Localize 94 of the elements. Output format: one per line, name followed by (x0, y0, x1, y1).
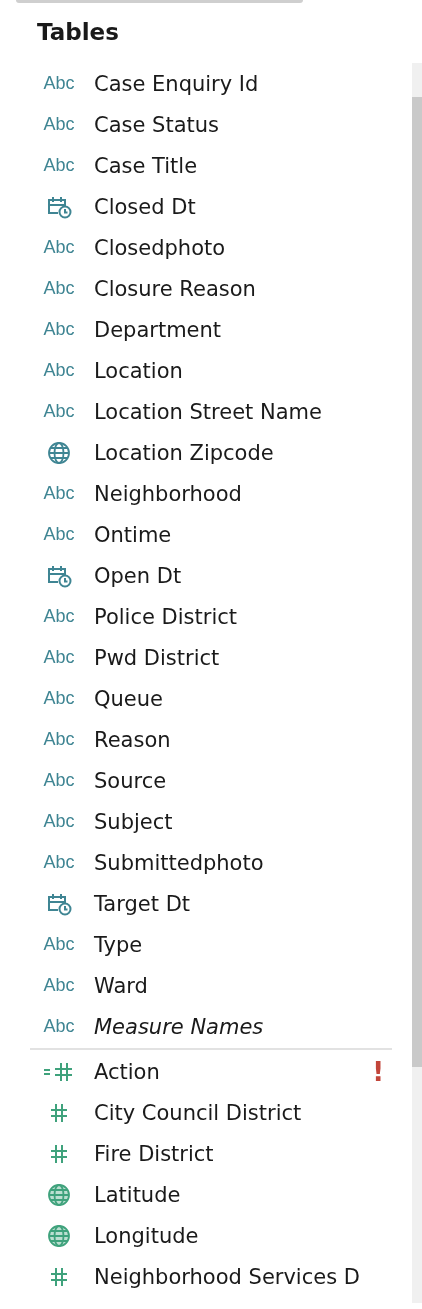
text-type-icon: Abc (43, 729, 75, 750)
field-item[interactable]: Abc Case Enquiry Id (30, 63, 392, 104)
number-icon (48, 1101, 70, 1124)
field-item[interactable]: Abc Department (30, 309, 392, 350)
field-item[interactable]: Abc Source (30, 760, 392, 801)
field-name: Target Dt (94, 891, 192, 916)
globe-icon (47, 440, 71, 465)
text-type-icon: Abc (43, 483, 75, 504)
field-item[interactable]: Longitude (30, 1215, 392, 1256)
field-name: Reason (94, 727, 172, 752)
field-name: Action (94, 1059, 161, 1084)
field-item[interactable]: Action ! (30, 1051, 392, 1092)
field-item[interactable]: Abc Measure Names (30, 1006, 392, 1047)
globe-icon (47, 1182, 71, 1207)
text-type-icon: Abc (43, 360, 75, 381)
field-item[interactable]: Abc Type (30, 924, 392, 965)
text-type-icon: Abc (43, 934, 75, 955)
text-type-icon: Abc (43, 114, 75, 135)
field-item[interactable]: Fire District (30, 1133, 392, 1174)
text-type-icon: Abc (43, 278, 75, 299)
field-name: Neighborhood Services D (94, 1264, 361, 1289)
field-item[interactable]: Abc Neighborhood (30, 473, 392, 514)
field-name: Closedphoto (94, 235, 227, 260)
field-name: Location Zipcode (94, 440, 275, 465)
field-item[interactable]: Closed Dt (30, 186, 392, 227)
calendar-clock-icon (46, 194, 72, 219)
text-type-icon: Abc (43, 524, 75, 545)
text-type-icon: Abc (43, 770, 75, 791)
field-name: Longitude (94, 1223, 200, 1248)
field-item[interactable]: Abc Submittedphoto (30, 842, 392, 883)
field-name: Case Status (94, 112, 220, 137)
field-name: Case Title (94, 153, 199, 178)
field-name: Closed Dt (94, 194, 197, 219)
field-name: Neighborhood (94, 481, 243, 506)
field-name: Department (94, 317, 223, 342)
field-item[interactable]: Abc Closedphoto (30, 227, 392, 268)
field-name: Pwd District (94, 645, 221, 670)
field-item[interactable]: Abc Case Status (30, 104, 392, 145)
globe-icon (47, 1223, 71, 1248)
text-type-icon: Abc (43, 811, 75, 832)
field-item[interactable]: Abc Reason (30, 719, 392, 760)
field-name: Submittedphoto (94, 850, 265, 875)
field-item[interactable]: Abc Police District (30, 596, 392, 637)
field-item[interactable]: Abc Location (30, 350, 392, 391)
field-name: Case Enquiry Id (94, 71, 260, 96)
scrollbar[interactable] (412, 63, 422, 1303)
field-name: Location Street Name (94, 399, 323, 424)
text-type-icon: Abc (43, 852, 75, 873)
field-item[interactable]: Open Dt (30, 555, 392, 596)
text-type-icon: Abc (43, 606, 75, 627)
field-item[interactable]: Abc Location Street Name (30, 391, 392, 432)
field-item[interactable]: Abc Subject (30, 801, 392, 842)
field-item[interactable]: Abc Ward (30, 965, 392, 1006)
field-item[interactable]: Location Zipcode (30, 432, 392, 473)
calendar-clock-icon (46, 563, 72, 588)
field-item[interactable]: Target Dt (30, 883, 392, 924)
field-name: Measure Names (94, 1014, 265, 1039)
field-item[interactable]: Abc Pwd District (30, 637, 392, 678)
calendar-clock-icon (46, 891, 72, 916)
field-item[interactable]: City Council District (30, 1092, 392, 1133)
field-name: Type (94, 932, 144, 957)
field-name: Closure Reason (94, 276, 257, 301)
field-name: City Council District (94, 1100, 303, 1125)
number-icon (48, 1142, 70, 1165)
field-name: Source (94, 768, 168, 793)
scrollbar-thumb[interactable] (412, 97, 422, 1067)
text-type-icon: Abc (43, 1016, 75, 1037)
text-type-icon: Abc (43, 401, 75, 422)
field-item[interactable]: Abc Queue (30, 678, 392, 719)
field-name: Location (94, 358, 184, 383)
field-name: Latitude (94, 1182, 182, 1207)
field-name: Police District (94, 604, 238, 629)
field-name: Ontime (94, 522, 173, 547)
field-item[interactable]: Latitude (30, 1174, 392, 1215)
field-item[interactable]: Abc Ontime (30, 514, 392, 555)
text-type-icon: Abc (43, 73, 75, 94)
field-name: Subject (94, 809, 174, 834)
field-name: Queue (94, 686, 164, 711)
text-type-icon: Abc (43, 155, 75, 176)
field-name: Open Dt (94, 563, 183, 588)
field-item[interactable]: Abc Case Title (30, 145, 392, 186)
field-item[interactable]: Neighborhood Services D (30, 1256, 392, 1297)
text-type-icon: Abc (43, 688, 75, 709)
warning-mark: ! (372, 1056, 385, 1087)
text-type-icon: Abc (43, 237, 75, 258)
calculated-number-icon (43, 1060, 75, 1083)
section-title: Tables (36, 18, 120, 47)
field-name: Ward (94, 973, 149, 998)
field-item[interactable]: Abc Closure Reason (30, 268, 392, 309)
field-name: Fire District (94, 1141, 215, 1166)
text-type-icon: Abc (43, 975, 75, 996)
text-type-icon: Abc (43, 647, 75, 668)
text-type-icon: Abc (43, 319, 75, 340)
number-icon (48, 1265, 70, 1288)
